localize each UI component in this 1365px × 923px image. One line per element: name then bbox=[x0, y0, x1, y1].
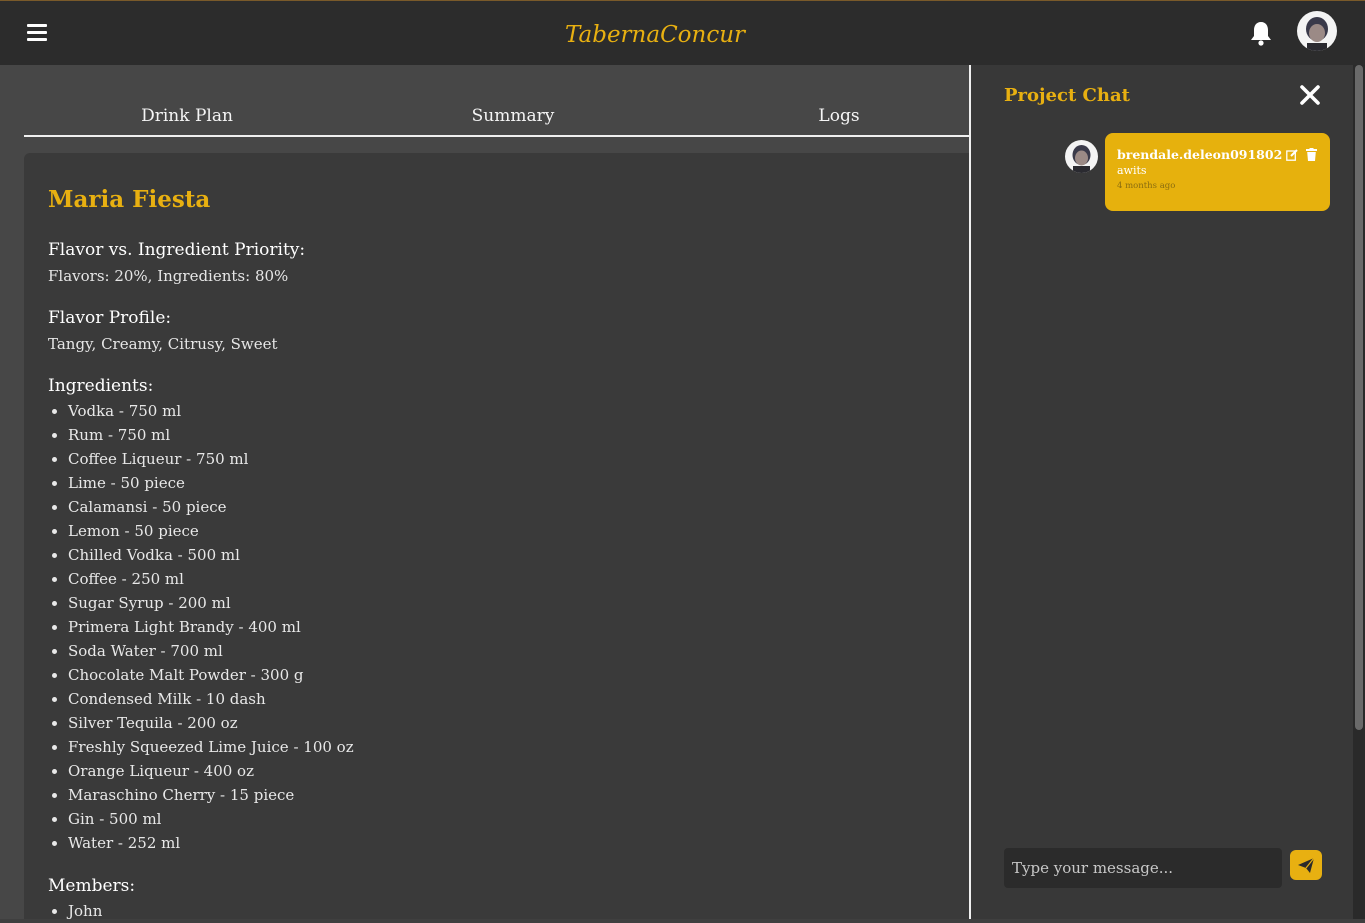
recipe-card: Maria Fiesta Flavor vs. Ingredient Prior… bbox=[24, 153, 970, 920]
priority-value: Flavors: 20%, Ingredients: 80% bbox=[48, 267, 289, 285]
brand-logo[interactable]: TabernaConcur bbox=[560, 15, 750, 51]
ingredient-item: Sugar Syrup - 200 ml bbox=[68, 591, 946, 615]
members-list: John bbox=[68, 899, 946, 923]
main-content: Drink Plan Summary Logs Maria Fiesta Fla… bbox=[0, 65, 970, 920]
ingredient-item: Lime - 50 piece bbox=[68, 471, 946, 495]
ingredient-item: Orange Liqueur - 400 oz bbox=[68, 759, 946, 783]
chat-message-bubble: brendale.deleon091802 awits 4 months ago bbox=[1105, 133, 1330, 211]
ingredient-item: Coffee - 250 ml bbox=[68, 567, 946, 591]
user-avatar[interactable] bbox=[1297, 11, 1337, 51]
message-avatar bbox=[1065, 140, 1098, 173]
ingredient-item: Maraschino Cherry - 15 piece bbox=[68, 783, 946, 807]
priority-label: Flavor vs. Ingredient Priority: bbox=[48, 240, 306, 260]
ingredients-label: Ingredients: bbox=[48, 376, 154, 396]
page-scrollbar[interactable] bbox=[1353, 65, 1365, 919]
ingredient-item: Freshly Squeezed Lime Juice - 100 oz bbox=[68, 735, 946, 759]
project-chat-panel: Project Chat brendale.deleon091802 awits… bbox=[969, 65, 1353, 919]
scrollbar-thumb[interactable] bbox=[1355, 65, 1363, 730]
svg-text:TabernaConcur: TabernaConcur bbox=[565, 22, 747, 48]
hamburger-menu-icon[interactable] bbox=[27, 21, 49, 43]
trash-icon[interactable] bbox=[1306, 148, 1317, 161]
member-item: John bbox=[68, 899, 946, 923]
ingredient-item: Water - 252 ml bbox=[68, 831, 946, 855]
recipe-title: Maria Fiesta bbox=[48, 186, 211, 213]
ingredient-item: Lemon - 50 piece bbox=[68, 519, 946, 543]
ingredient-item: Rum - 750 ml bbox=[68, 423, 946, 447]
flavor-profile-value: Tangy, Creamy, Citrusy, Sweet bbox=[48, 335, 278, 353]
bell-icon[interactable] bbox=[1249, 20, 1273, 46]
message-timestamp: 4 months ago bbox=[1117, 181, 1176, 191]
message-text: awits bbox=[1117, 164, 1147, 177]
ingredient-item: Chocolate Malt Powder - 300 g bbox=[68, 663, 946, 687]
members-label: Members: bbox=[48, 876, 136, 896]
ingredient-item: Vodka - 750 ml bbox=[68, 399, 946, 423]
send-button[interactable] bbox=[1290, 850, 1322, 880]
top-navbar: TabernaConcur bbox=[0, 0, 1365, 65]
tab-summary[interactable]: Summary bbox=[350, 106, 676, 126]
ingredient-item: Chilled Vodka - 500 ml bbox=[68, 543, 946, 567]
chat-message-input[interactable] bbox=[1004, 848, 1282, 888]
ingredient-item: Gin - 500 ml bbox=[68, 807, 946, 831]
chat-title: Project Chat bbox=[1004, 85, 1130, 106]
ingredient-item: Primera Light Brandy - 400 ml bbox=[68, 615, 946, 639]
flavor-profile-label: Flavor Profile: bbox=[48, 308, 172, 328]
tab-drink-plan[interactable]: Drink Plan bbox=[24, 106, 350, 126]
paper-plane-icon bbox=[1298, 857, 1315, 873]
ingredient-item: Condensed Milk - 10 dash bbox=[68, 687, 946, 711]
tab-bar: Drink Plan Summary Logs bbox=[24, 92, 970, 137]
tab-logs[interactable]: Logs bbox=[676, 106, 1002, 126]
ingredient-item: Calamansi - 50 piece bbox=[68, 495, 946, 519]
edit-icon[interactable] bbox=[1286, 149, 1298, 161]
close-icon[interactable] bbox=[1299, 84, 1321, 106]
ingredients-list: Vodka - 750 ml Rum - 750 ml Coffee Lique… bbox=[68, 399, 946, 855]
ingredient-item: Soda Water - 700 ml bbox=[68, 639, 946, 663]
ingredient-item: Silver Tequila - 200 oz bbox=[68, 711, 946, 735]
ingredient-item: Coffee Liqueur - 750 ml bbox=[68, 447, 946, 471]
